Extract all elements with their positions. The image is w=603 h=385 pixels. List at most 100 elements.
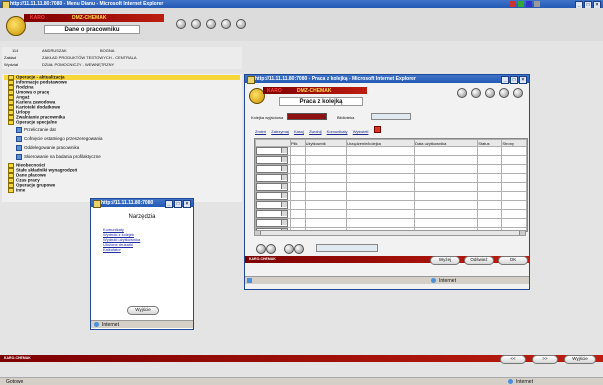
menu-item-czas-pracy[interactable]: Czas pracy [8,178,40,183]
first-page-icon[interactable] [256,244,266,254]
row-action-select[interactable] [256,165,288,173]
table-row[interactable] [255,218,527,228]
folder-icon [8,188,14,193]
tab-kasuj[interactable]: Kasuj [294,129,304,134]
link-kalkulator[interactable]: Kalkulator [103,247,140,252]
tools-zone-text: Internet [102,322,119,328]
table-row[interactable] [255,146,527,156]
page-input[interactable] [316,244,378,252]
maximize-icon[interactable]: □ [174,200,182,208]
row-action-select[interactable] [256,183,288,191]
minimize-icon[interactable]: _ [165,200,173,208]
table-row[interactable] [255,164,527,174]
menu-item-urlopy[interactable]: Urlopy [8,110,30,115]
job-queue-table: Plik Użytkownik Urządzenie/kolejka Data … [254,138,528,232]
menu-item-nieobecnosci[interactable]: Nieobecności [8,163,45,168]
row-action-select[interactable] [256,192,288,200]
nav-home-icon[interactable] [499,88,509,98]
library-input[interactable] [371,113,411,120]
scroll-left-icon[interactable] [255,231,261,235]
tab-wyswietl[interactable]: Wyświetl [353,129,369,134]
nav-back-icon[interactable] [457,88,467,98]
menu-item-rodzina[interactable]: Rodzina [8,85,34,90]
refresh-up-button[interactable]: Wyżej [430,256,460,265]
odswiez-button[interactable]: Odśwież [464,256,494,265]
menu-item-specjalne[interactable]: Operacje specjalne [8,120,57,125]
menu-item-dane-placowe[interactable]: Dane płacowe [8,173,46,178]
next-button[interactable]: >> [532,355,558,364]
row-action-select[interactable] [256,219,288,227]
tab-komunikaty[interactable]: Komunikaty [327,129,348,134]
tools-status-bar: Internet [91,320,193,328]
nav-forward-icon[interactable] [191,19,201,29]
minimize-icon[interactable]: _ [501,76,509,84]
job-status-bar: Internet [245,276,529,284]
ie-page-icon [247,278,252,283]
exit-button[interactable]: Wyjście [564,355,596,364]
table-row[interactable] [255,182,527,192]
next-page-icon[interactable] [284,244,294,254]
employee-first-name: BOGNA [100,48,115,53]
menu-item-kartoteki[interactable]: Kartoteki dodatkowe [8,105,60,110]
tray-icon[interactable] [510,1,516,7]
action-tabs: Zmień Zatrzymaj Kasuj Zwolnij Komunikaty… [255,126,525,134]
horizontal-scrollbar[interactable] [254,230,526,236]
menu-item-angaz[interactable]: Angaż [8,95,30,100]
chevron-down-icon [281,157,287,162]
submenu-cofniecie[interactable]: Cofnięcie ostatniego przeszeregowania [16,135,103,143]
column-header: Strony [501,139,527,147]
printer-icon[interactable] [373,126,381,133]
footer-brand: KARO-CHEMAK [4,356,31,360]
close-icon[interactable]: × [519,76,527,84]
scroll-right-icon[interactable] [519,231,525,235]
table-row[interactable] [255,200,527,210]
app-name: DMZ-CHEMAK [297,88,332,94]
menu-item-kariera[interactable]: Kariera zawodowa [8,100,55,105]
row-action-select[interactable] [256,156,288,164]
tab-zwolnij[interactable]: Zwolnij [309,129,321,134]
column-header: Urządzenie/kolejka [346,139,416,147]
maximize-icon[interactable]: □ [510,76,518,84]
status-bar: Gotowe Internet [0,377,603,385]
close-icon[interactable]: × [183,200,191,208]
submenu-oddelegowanie[interactable]: Oddelegowanie pracownika [16,144,79,152]
menu-item-aktualizacja[interactable]: Operacje - aktualizacja [8,75,65,80]
queue-input[interactable] [287,113,327,120]
document-icon [16,144,22,151]
tools-exit-button[interactable]: Wyjście [127,306,159,315]
menu-item-grupowe[interactable]: Operacje grupowe [8,183,55,188]
menu-item-umowa[interactable]: Umowa o pracę [8,90,49,95]
nav-back-icon[interactable] [176,19,186,29]
nav-home-icon[interactable] [221,19,231,29]
nav-refresh-icon[interactable] [485,88,495,98]
row-action-select[interactable] [256,201,288,209]
menu-item-inne[interactable]: Inne [8,188,25,193]
nav-print-icon[interactable] [236,19,246,29]
column-header: Data użytkownika [414,139,479,147]
table-row[interactable] [255,209,527,219]
submenu-przeliczanie[interactable]: Przeliczanie dat [16,126,56,134]
tab-zmien[interactable]: Zmień [255,129,266,134]
last-page-icon[interactable] [294,244,304,254]
row-action-select[interactable] [256,147,288,155]
tray-icon[interactable] [526,1,532,7]
submenu-skierowanie[interactable]: Skierowanie na badania profilaktyczne [16,153,101,161]
nav-print-icon[interactable] [513,88,523,98]
column-header [255,139,291,147]
tray-icon[interactable] [534,1,540,7]
ok-button[interactable]: OK [498,256,528,265]
table-row[interactable] [255,191,527,201]
prev-button[interactable]: << [500,355,526,364]
nav-forward-icon[interactable] [471,88,481,98]
table-row[interactable] [255,173,527,183]
menu-item-zwalnianie[interactable]: Zwalnianie pracownika [8,115,65,120]
menu-item-informacje[interactable]: Informacje podstawowe [8,80,67,85]
tray-icon[interactable] [518,1,524,7]
menu-item-skladniki[interactable]: Stałe składniki wynagrodzeń [8,168,77,173]
row-action-select[interactable] [256,174,288,182]
tab-zatrzymaj[interactable]: Zatrzymaj [271,129,289,134]
table-row[interactable] [255,155,527,165]
row-action-select[interactable] [256,210,288,218]
nav-refresh-icon[interactable] [206,19,216,29]
prev-page-icon[interactable] [266,244,276,254]
